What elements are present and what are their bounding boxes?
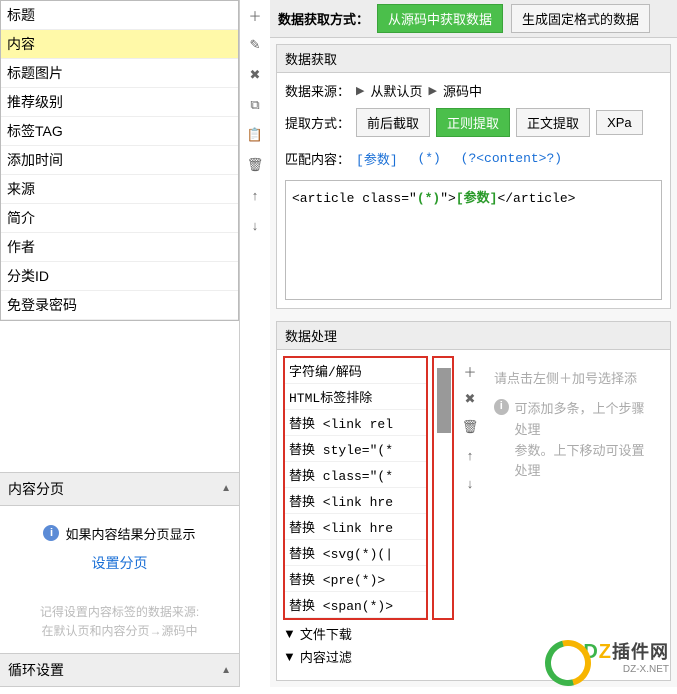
section-pagination-label: 内容分页 (8, 479, 64, 499)
field-row[interactable]: 来源 (1, 175, 238, 204)
trash-icon[interactable]: 🗑 (246, 156, 264, 174)
btn-fixed-format[interactable]: 生成固定格式的数据 (511, 4, 650, 33)
delete-icon[interactable]: ✖ (461, 390, 479, 408)
match-label: 匹配内容： (285, 149, 350, 168)
paste-icon[interactable]: 📋 (246, 126, 264, 144)
process-item[interactable]: 替换 <svg(*)(| (285, 540, 426, 566)
move-up-icon[interactable]: ↑ (246, 186, 264, 204)
process-tools: ＋ ✖ 🗑 ↑ ↓ (458, 356, 482, 620)
add-icon[interactable]: ＋ (246, 6, 264, 24)
extract-label: 提取方式： (285, 113, 350, 132)
chevron-up-icon: ▲ (221, 483, 231, 494)
watermark-logo-icon (545, 640, 579, 674)
method-label: 数据获取方式： (278, 9, 369, 28)
move-up-icon[interactable]: ↑ (461, 446, 479, 464)
info-icon: i (43, 525, 59, 541)
field-row[interactable]: 添加时间 (1, 146, 238, 175)
acquire-group: 数据获取 数据来源： ▶ 从默认页 ▶ 源码中 提取方式： 前后截取 正则提取 … (276, 44, 671, 309)
process-item[interactable]: 替换 class="(* (285, 462, 426, 488)
chevron-up-icon: ▲ (221, 665, 231, 676)
toolbar-column: ＋ ✎ ✖ ⧉ 📋 🗑 ↑ ↓ (240, 0, 270, 687)
process-group: 数据处理 字符编/解码 HTML标签排除 替换 <link rel 替换 sty… (276, 321, 671, 681)
move-down-icon[interactable]: ↓ (461, 474, 479, 492)
field-list: 标题 内容 标题图片 推荐级别 标签TAG 添加时间 来源 简介 作者 分类ID… (0, 0, 239, 321)
btn-from-source[interactable]: 从源码中获取数据 (377, 4, 503, 33)
process-item[interactable]: HTML标签排除 (285, 384, 426, 410)
filter-icon: ▼ (283, 649, 296, 664)
add-icon[interactable]: ＋ (461, 362, 479, 380)
section-loop-header[interactable]: 循环设置 ▲ (0, 653, 239, 687)
process-scrollbar[interactable] (432, 356, 454, 620)
regex-code-box[interactable]: <article class="(*)">[参数]</article> (285, 180, 662, 300)
source-hint: 记得设置内容标签的数据来源: 在默认页和内容分页→源码中 (0, 591, 239, 653)
pagination-link[interactable]: 设置分页 (12, 553, 227, 573)
field-row[interactable]: 免登录密码 (1, 291, 238, 320)
btn-regex[interactable]: 正则提取 (436, 108, 510, 137)
move-down-icon[interactable]: ↓ (246, 216, 264, 234)
arrow-icon: ▶ (356, 84, 364, 97)
edit-icon[interactable]: ✎ (246, 36, 264, 54)
source-label: 数据来源： (285, 81, 350, 100)
process-item[interactable]: 替换 style="(* (285, 436, 426, 462)
field-row[interactable]: 作者 (1, 233, 238, 262)
trash-icon[interactable]: 🗑 (461, 418, 479, 436)
process-item[interactable]: 替换 <link hre (285, 514, 426, 540)
left-panel: 标题 内容 标题图片 推荐级别 标签TAG 添加时间 来源 简介 作者 分类ID… (0, 0, 240, 687)
acquire-title: 数据获取 (277, 45, 670, 73)
match-token-param[interactable]: [参数] (356, 149, 398, 168)
section-loop-label: 循环设置 (8, 660, 64, 680)
section-pagination-header[interactable]: 内容分页 ▲ (0, 472, 239, 506)
process-item[interactable]: 替换 <link rel (285, 410, 426, 436)
match-token-star[interactable]: (*) (417, 151, 440, 166)
process-item[interactable]: 替换 <link hre (285, 488, 426, 514)
right-panel: 数据获取方式： 从源码中获取数据 生成固定格式的数据 数据获取 数据来源： ▶ … (270, 0, 677, 687)
btn-xpath[interactable]: XPa (596, 110, 643, 135)
filter-icon: ▼ (283, 626, 296, 641)
btn-body[interactable]: 正文提取 (516, 108, 590, 137)
scroll-thumb[interactable] (437, 368, 451, 433)
process-list: 字符编/解码 HTML标签排除 替换 <link rel 替换 style="(… (283, 356, 428, 620)
watermark: DZDZ插件网插件网 DZ-X.NET (545, 638, 669, 675)
btn-frontback[interactable]: 前后截取 (356, 108, 430, 137)
info-icon: i (494, 399, 509, 415)
match-token-content[interactable]: (?<content>?) (461, 151, 562, 166)
field-row[interactable]: 分类ID (1, 262, 238, 291)
source-opt-code[interactable]: 源码中 (443, 81, 482, 100)
delete-icon[interactable]: ✖ (246, 66, 264, 84)
process-item[interactable]: 替换 <span(*)> (285, 592, 426, 618)
field-row[interactable]: 内容 (1, 30, 238, 59)
field-row[interactable]: 简介 (1, 204, 238, 233)
copy-icon[interactable]: ⧉ (246, 96, 264, 114)
process-item[interactable]: 字符编/解码 (285, 358, 426, 384)
pagination-hint-text: 如果内容结果分页显示 (65, 524, 195, 543)
field-row[interactable]: 标题 (1, 1, 238, 30)
field-row[interactable]: 标签TAG (1, 117, 238, 146)
field-row[interactable]: 标题图片 (1, 59, 238, 88)
process-item[interactable]: 替换 <pre(*)> (285, 566, 426, 592)
arrow-icon: ▶ (429, 84, 437, 97)
pagination-box: i 如果内容结果分页显示 设置分页 (0, 506, 239, 591)
method-row: 数据获取方式： 从源码中获取数据 生成固定格式的数据 (270, 0, 677, 38)
source-opt-default[interactable]: 从默认页 (370, 81, 422, 100)
process-title: 数据处理 (277, 322, 670, 350)
process-hint: 请点击左侧＋加号选择添 i 可添加多条，上个步骤处理 参数。上下移动可设置处理 (486, 356, 664, 620)
field-row[interactable]: 推荐级别 (1, 88, 238, 117)
watermark-sub: DZ-X.NET (583, 664, 669, 675)
